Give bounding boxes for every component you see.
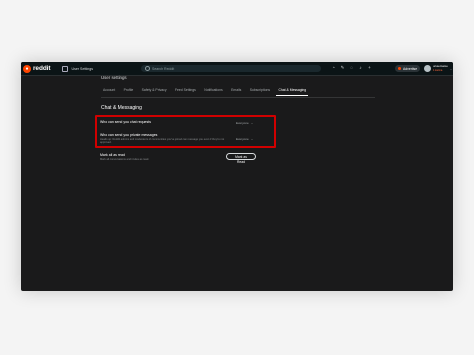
tab-chat-messaging[interactable]: Chat & Messaging xyxy=(276,88,308,96)
reddit-alien-icon: ● xyxy=(23,64,31,73)
section-title: Chat & Messaging xyxy=(101,105,142,111)
advertise-icon xyxy=(398,67,401,70)
user-menu[interactable]: u/username 1 karma ⌄ xyxy=(424,64,452,73)
chevron-down-icon: ⌄ xyxy=(250,120,254,125)
page-title: User settings xyxy=(101,75,127,80)
settings-tabs: Account Profile Safety & Privacy Feed Se… xyxy=(103,88,315,96)
advertise-button[interactable]: Advertise xyxy=(395,65,421,72)
logo-text: reddit xyxy=(33,65,51,72)
advertise-label: Advertise xyxy=(403,66,418,71)
private-messages-desc: Heads up: Reddit admins and moderators o… xyxy=(100,138,225,144)
user-karma: 1 karma xyxy=(433,68,443,72)
tab-emails[interactable]: Emails xyxy=(231,88,241,96)
add-icon[interactable]: + xyxy=(367,65,372,70)
tab-feed-settings[interactable]: Feed Settings xyxy=(175,88,196,96)
mark-as-read-button[interactable]: Mark as Read xyxy=(226,153,256,164)
user-name: u/username xyxy=(433,64,448,68)
chat-requests-select[interactable]: Everyone ⌄ xyxy=(236,121,253,125)
search-input[interactable] xyxy=(150,65,304,72)
tabs-divider xyxy=(101,97,375,98)
user-info: u/username 1 karma xyxy=(433,64,448,72)
top-icons: ◔ ✎ ◌ ♪ + xyxy=(331,65,376,70)
tab-account[interactable]: Account xyxy=(103,88,115,96)
tab-safety-privacy[interactable]: Safety & Privacy xyxy=(142,88,167,96)
popular-icon[interactable]: ◔ xyxy=(331,65,336,70)
chevron-down-icon: ⌄ xyxy=(250,136,254,141)
private-messages-value: Everyone xyxy=(236,136,249,141)
chat-icon[interactable]: ✎ xyxy=(340,65,345,70)
create-post-icon[interactable]: ◌ xyxy=(349,65,354,70)
notifications-icon[interactable]: ♪ xyxy=(358,65,363,70)
chevron-down-icon: ⌄ xyxy=(449,66,453,71)
mark-read-desc: Mark all conversations and invites as re… xyxy=(100,158,150,161)
top-bar: ● reddit User Settings ◔ ✎ ◌ ♪ + Adverti… xyxy=(21,62,453,76)
tab-subscriptions[interactable]: Subscriptions xyxy=(250,88,270,96)
search-bar[interactable] xyxy=(141,65,321,72)
breadcrumb[interactable]: User Settings xyxy=(62,65,94,72)
breadcrumb-label: User Settings xyxy=(71,66,94,71)
avatar xyxy=(424,65,431,72)
tab-profile[interactable]: Profile xyxy=(124,88,134,96)
reddit-logo[interactable]: ● reddit xyxy=(23,64,51,73)
settings-icon xyxy=(62,65,69,72)
chat-requests-value: Everyone xyxy=(236,120,249,125)
tab-notifications[interactable]: Notifications xyxy=(204,88,222,96)
private-messages-select[interactable]: Everyone ⌄ xyxy=(236,137,253,141)
